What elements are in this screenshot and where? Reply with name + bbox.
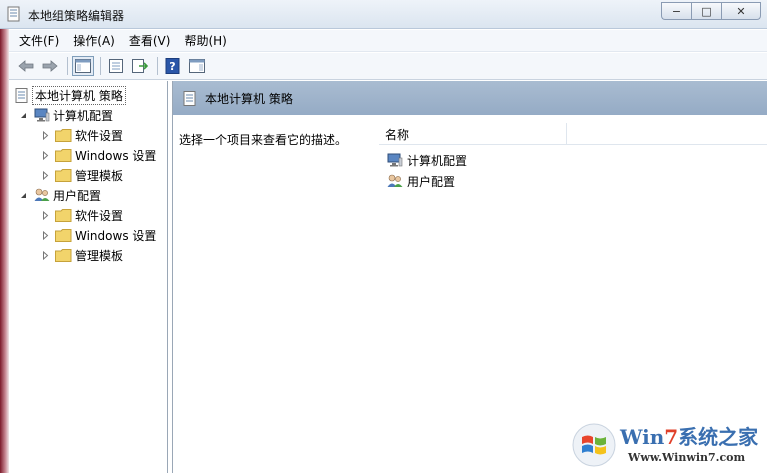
users-icon — [387, 174, 403, 187]
tree-item-label: 管理模板 — [75, 168, 124, 183]
tree-item-label: Windows 设置 — [75, 148, 157, 163]
menu-bar: 文件(F) 操作(A) 查看(V) 帮助(H) — [9, 30, 767, 52]
toolbar-separator — [100, 57, 101, 75]
show-hide-tree-button[interactable] — [72, 56, 94, 76]
folder-icon — [55, 148, 72, 162]
toolbar-separator — [67, 57, 68, 75]
window-title: 本地组策略编辑器 — [28, 9, 125, 23]
policy-document-icon — [15, 87, 28, 103]
list-item-computer-config[interactable]: 计算机配置 — [387, 150, 467, 170]
show-action-pane-button[interactable] — [186, 56, 208, 76]
back-arrow-icon — [18, 60, 34, 72]
policy-document-icon — [7, 6, 20, 22]
tree-item-computer-software-settings[interactable]: 软件设置 — [41, 126, 123, 144]
export-list-icon — [132, 59, 148, 73]
collapse-triangle-icon[interactable] — [19, 191, 28, 200]
properties-button[interactable] — [105, 56, 127, 76]
expand-triangle-icon[interactable] — [41, 210, 50, 220]
expand-triangle-icon[interactable] — [41, 250, 50, 260]
navigation-tree[interactable]: 本地计算机 策略 计算机配置 软件设置 Windows 设置 管理模板 用户配置… — [9, 81, 168, 473]
menu-help[interactable]: 帮助(H) — [184, 32, 226, 49]
tree-item-computer-admin-templates[interactable]: 管理模板 — [41, 166, 123, 184]
computer-icon — [387, 153, 403, 167]
toolbar: ? — [9, 53, 767, 80]
folder-icon — [55, 248, 72, 262]
description-text: 选择一个项目来查看它的描述。 — [179, 133, 348, 147]
tree-item-local-computer-policy[interactable]: 本地计算机 策略 — [15, 85, 126, 105]
expand-triangle-icon[interactable] — [41, 130, 50, 140]
show-tree-icon — [75, 59, 91, 73]
maximize-button[interactable]: □ — [691, 2, 721, 20]
folder-icon — [55, 228, 72, 242]
users-icon — [34, 188, 50, 201]
tree-item-computer-windows-settings[interactable]: Windows 设置 — [41, 146, 156, 164]
list-item-label: 用户配置 — [407, 174, 456, 189]
expand-triangle-icon[interactable] — [41, 230, 50, 240]
minimize-button[interactable]: − — [661, 2, 691, 20]
close-button[interactable]: ✕ — [721, 2, 761, 20]
back-button[interactable] — [15, 56, 37, 76]
computer-icon — [34, 108, 50, 122]
tree-item-label: 软件设置 — [75, 128, 124, 143]
tree-item-label: 用户配置 — [53, 188, 102, 203]
tree-item-user-windows-settings[interactable]: Windows 设置 — [41, 226, 156, 244]
tree-item-user-admin-templates[interactable]: 管理模板 — [41, 246, 123, 264]
tree-item-computer-config[interactable]: 计算机配置 — [19, 106, 113, 124]
menu-file[interactable]: 文件(F) — [19, 32, 59, 49]
windows-logo-icon — [572, 423, 616, 467]
help-icon: ? — [165, 58, 180, 74]
folder-icon — [55, 128, 72, 142]
menu-view[interactable]: 查看(V) — [129, 32, 171, 49]
expand-triangle-icon[interactable] — [41, 150, 50, 160]
site-watermark: Win7系统之家 Www.Winwin7.com — [568, 417, 767, 473]
folder-icon — [55, 208, 72, 222]
column-name-header[interactable]: 名称 — [379, 123, 567, 145]
details-header: 本地计算机 策略 — [173, 81, 767, 115]
forward-arrow-icon — [42, 60, 58, 72]
window-frame-edge — [0, 29, 9, 473]
folder-icon — [55, 168, 72, 182]
window-controls: − □ ✕ — [661, 2, 761, 20]
list-item-user-config[interactable]: 用户配置 — [387, 171, 455, 191]
watermark-brand: Win7系统之家 — [620, 425, 759, 449]
list-item-label: 计算机配置 — [407, 153, 468, 168]
watermark-url: Www.Winwin7.com — [628, 451, 746, 464]
svg-text:?: ? — [169, 60, 175, 73]
details-header-title: 本地计算机 策略 — [205, 91, 293, 106]
tree-item-label: 管理模板 — [75, 248, 124, 263]
tree-item-label: 计算机配置 — [53, 108, 114, 123]
tree-item-label: 软件设置 — [75, 208, 124, 223]
list-column-header: 名称 — [379, 123, 767, 145]
policy-document-icon — [183, 90, 196, 106]
export-list-button[interactable] — [129, 56, 151, 76]
tree-item-label: 本地计算机 策略 — [32, 85, 126, 105]
tree-item-label: Windows 设置 — [75, 228, 157, 243]
properties-icon — [109, 59, 123, 73]
expand-triangle-icon[interactable] — [41, 170, 50, 180]
column-empty-header[interactable] — [567, 123, 767, 145]
tree-item-user-config[interactable]: 用户配置 — [19, 186, 101, 204]
menu-action[interactable]: 操作(A) — [73, 32, 115, 49]
forward-button[interactable] — [39, 56, 61, 76]
show-action-pane-icon — [189, 59, 205, 73]
details-pane: 本地计算机 策略 选择一个项目来查看它的描述。 名称 计算机配置 用户配置 — [172, 81, 767, 473]
title-bar[interactable]: 本地组策略编辑器 − □ ✕ — [0, 0, 767, 29]
collapse-triangle-icon[interactable] — [19, 111, 28, 120]
help-button[interactable]: ? — [162, 56, 184, 76]
tree-item-user-software-settings[interactable]: 软件设置 — [41, 206, 123, 224]
toolbar-separator — [157, 57, 158, 75]
